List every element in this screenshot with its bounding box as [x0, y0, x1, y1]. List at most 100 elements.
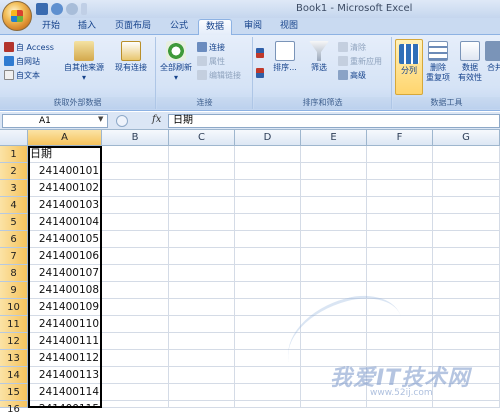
tab-home[interactable]: 开始 — [36, 19, 66, 35]
row-header[interactable]: 9 — [0, 282, 28, 299]
row-header[interactable]: 3 — [0, 180, 28, 197]
cell-empty[interactable] — [301, 401, 367, 408]
cell-a12[interactable]: 241400111 — [28, 333, 102, 350]
cell-empty[interactable] — [102, 146, 169, 163]
tab-page-layout[interactable]: 页面布局 — [108, 19, 158, 35]
advanced-filter-button[interactable]: 高级 — [338, 69, 366, 81]
cell-empty[interactable] — [169, 282, 235, 299]
row-header[interactable]: 5 — [0, 214, 28, 231]
connections-button[interactable]: 连接 — [197, 41, 225, 53]
cell-empty[interactable] — [102, 367, 169, 384]
column-header-f[interactable]: F — [367, 130, 433, 146]
cell-empty[interactable] — [169, 367, 235, 384]
cell-empty[interactable] — [235, 180, 301, 197]
tab-review[interactable]: 审阅 — [238, 19, 268, 35]
cell-empty[interactable] — [169, 248, 235, 265]
cell-empty[interactable] — [235, 146, 301, 163]
cell-empty[interactable] — [301, 248, 367, 265]
row-header[interactable]: 16 — [0, 401, 28, 415]
cell-empty[interactable] — [433, 197, 500, 214]
cell-empty[interactable] — [169, 333, 235, 350]
cell-empty[interactable] — [169, 401, 235, 408]
cell-empty[interactable] — [301, 180, 367, 197]
from-text-button[interactable]: 自文本 — [4, 69, 40, 81]
cell-empty[interactable] — [367, 401, 433, 408]
cell-a3[interactable]: 241400102 — [28, 180, 102, 197]
customize-qat-icon[interactable] — [81, 3, 87, 15]
tab-insert[interactable]: 插入 — [72, 19, 102, 35]
cell-empty[interactable] — [433, 299, 500, 316]
row-header[interactable]: 12 — [0, 333, 28, 350]
row-header[interactable]: 8 — [0, 265, 28, 282]
cell-empty[interactable] — [367, 214, 433, 231]
cell-a6[interactable]: 241400105 — [28, 231, 102, 248]
cell-empty[interactable] — [169, 265, 235, 282]
edit-links-button[interactable]: 编辑链接 — [197, 69, 241, 81]
cell-empty[interactable] — [102, 231, 169, 248]
cell-empty[interactable] — [169, 299, 235, 316]
cell-a9[interactable]: 241400108 — [28, 282, 102, 299]
cell-empty[interactable] — [169, 197, 235, 214]
remove-duplicates-button[interactable]: 删除 重复项 — [423, 41, 453, 83]
cell-empty[interactable] — [301, 197, 367, 214]
cell-a10[interactable]: 241400109 — [28, 299, 102, 316]
cell-empty[interactable] — [433, 401, 500, 408]
row-header[interactable]: 1 — [0, 146, 28, 163]
cell-empty[interactable] — [169, 231, 235, 248]
from-web-button[interactable]: 自网站 — [4, 55, 40, 67]
cell-empty[interactable] — [102, 197, 169, 214]
cell-empty[interactable] — [235, 231, 301, 248]
cell-a1[interactable]: 日期 — [28, 146, 102, 163]
cell-empty[interactable] — [235, 316, 301, 333]
cell-empty[interactable] — [169, 146, 235, 163]
tab-formulas[interactable]: 公式 — [164, 19, 194, 35]
row-header[interactable]: 10 — [0, 299, 28, 316]
properties-button[interactable]: 属性 — [197, 55, 225, 67]
redo-icon[interactable] — [66, 3, 78, 15]
cell-empty[interactable] — [235, 265, 301, 282]
cell-empty[interactable] — [433, 231, 500, 248]
cell-empty[interactable] — [433, 163, 500, 180]
cell-empty[interactable] — [169, 384, 235, 401]
cell-empty[interactable] — [433, 265, 500, 282]
consolidate-button[interactable]: 合并 — [485, 41, 500, 73]
column-header-g[interactable]: G — [433, 130, 500, 146]
cell-empty[interactable] — [301, 231, 367, 248]
cell-empty[interactable] — [367, 197, 433, 214]
column-header-d[interactable]: D — [235, 130, 301, 146]
cell-empty[interactable] — [301, 146, 367, 163]
cell-empty[interactable] — [102, 299, 169, 316]
cell-empty[interactable] — [433, 214, 500, 231]
cell-empty[interactable] — [433, 146, 500, 163]
cell-empty[interactable] — [235, 214, 301, 231]
cell-empty[interactable] — [235, 384, 301, 401]
formula-input[interactable]: 日期 — [168, 114, 500, 128]
cell-empty[interactable] — [235, 401, 301, 408]
cell-empty[interactable] — [367, 146, 433, 163]
cell-empty[interactable] — [169, 163, 235, 180]
insert-function-toggle-icon[interactable] — [116, 115, 128, 127]
row-header[interactable]: 6 — [0, 231, 28, 248]
clear-filter-button[interactable]: 清除 — [338, 41, 366, 53]
cell-empty[interactable] — [433, 316, 500, 333]
row-header[interactable]: 14 — [0, 367, 28, 384]
cell-empty[interactable] — [169, 180, 235, 197]
cell-empty[interactable] — [235, 282, 301, 299]
office-button[interactable] — [2, 1, 32, 31]
row-header[interactable]: 15 — [0, 384, 28, 401]
cell-a13[interactable]: 241400112 — [28, 350, 102, 367]
row-header[interactable]: 11 — [0, 316, 28, 333]
cell-a4[interactable]: 241400103 — [28, 197, 102, 214]
cell-empty[interactable] — [169, 350, 235, 367]
cell-a16[interactable]: 241400115 — [28, 401, 102, 408]
cell-a8[interactable]: 241400107 — [28, 265, 102, 282]
cell-empty[interactable] — [367, 248, 433, 265]
column-header-c[interactable]: C — [169, 130, 235, 146]
cell-empty[interactable] — [433, 180, 500, 197]
column-header-e[interactable]: E — [301, 130, 367, 146]
text-to-columns-button[interactable]: 分列 — [395, 39, 423, 95]
cell-empty[interactable] — [102, 350, 169, 367]
cell-empty[interactable] — [102, 248, 169, 265]
cell-a7[interactable]: 241400106 — [28, 248, 102, 265]
cell-empty[interactable] — [367, 180, 433, 197]
